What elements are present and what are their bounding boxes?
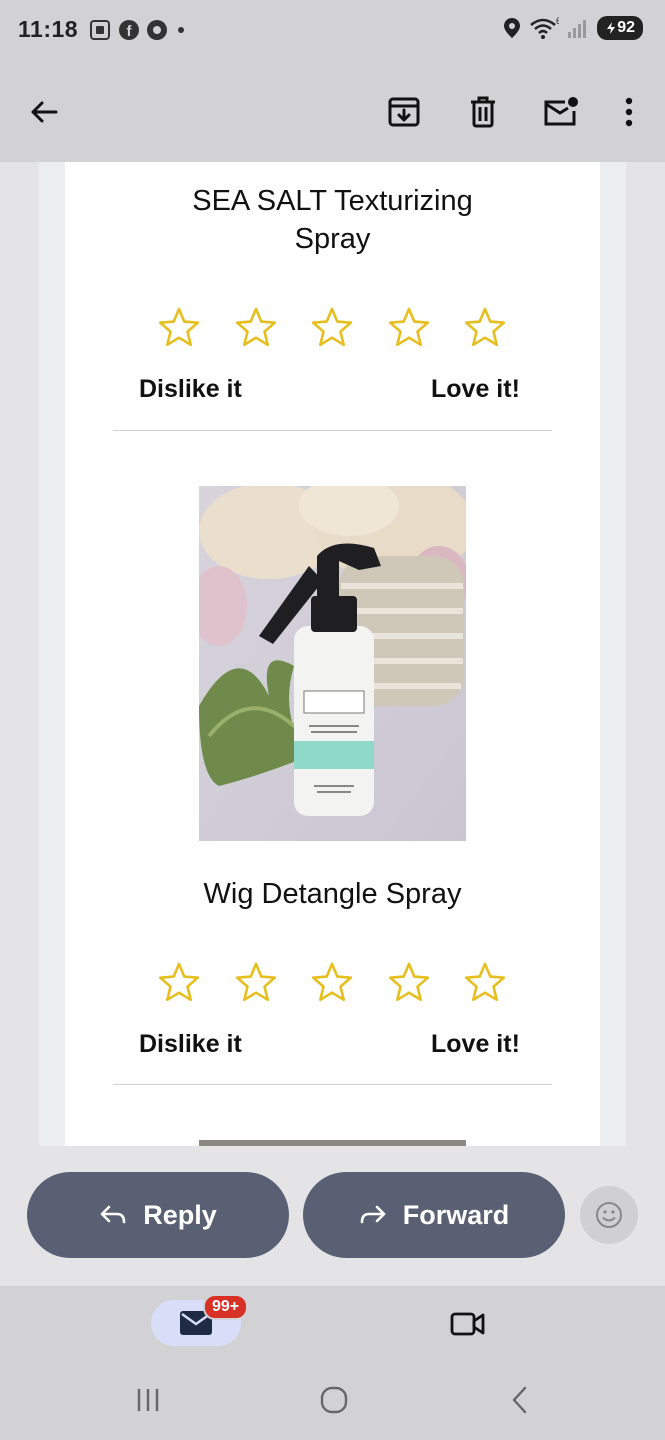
emoji-icon xyxy=(596,1202,622,1228)
battery-level: 92 xyxy=(617,19,635,36)
product-divider xyxy=(113,430,552,431)
star-1-icon[interactable] xyxy=(157,306,201,350)
system-navigation-bar xyxy=(0,1362,665,1440)
email-toolbar xyxy=(0,62,665,162)
star-3-icon[interactable] xyxy=(310,306,354,350)
archive-button[interactable] xyxy=(382,90,426,134)
more-vert-icon xyxy=(625,97,633,127)
system-back-button[interactable] xyxy=(500,1382,540,1418)
email-body[interactable]: SEA SALT Texturizing Spray Dislike it Lo… xyxy=(39,162,626,1146)
status-bar: 11:18 f 6 92 xyxy=(0,0,665,62)
mark-unread-icon xyxy=(544,97,578,126)
svg-text:6: 6 xyxy=(556,16,559,26)
product-title-line1: SEA SALT Texturizing xyxy=(192,185,473,217)
star-2-icon[interactable] xyxy=(234,306,278,350)
love-label: Love it! xyxy=(431,375,520,403)
recent-apps-button[interactable] xyxy=(128,1382,168,1418)
star-5-icon[interactable] xyxy=(463,306,507,350)
meet-tab[interactable] xyxy=(446,1304,490,1344)
product-title-sea-salt: SEA SALT Texturizing Spray xyxy=(65,182,600,258)
battery-saver-icon xyxy=(607,22,616,34)
delete-button[interactable] xyxy=(461,90,505,134)
location-icon xyxy=(504,18,521,38)
status-system-icons: 6 92 xyxy=(503,16,643,40)
unread-count-badge: 99+ xyxy=(203,1294,249,1320)
video-camera-icon xyxy=(450,1312,485,1336)
trash-icon xyxy=(471,96,495,128)
system-back-icon xyxy=(512,1386,527,1414)
archive-icon xyxy=(388,97,420,127)
emoji-reaction-button[interactable] xyxy=(580,1186,638,1244)
dot-icon xyxy=(178,27,184,33)
forward-label: Forward xyxy=(402,1199,510,1230)
product-divider xyxy=(113,1084,552,1085)
status-time: 11:18 xyxy=(18,16,79,42)
email-card: SEA SALT Texturizing Spray Dislike it Lo… xyxy=(65,162,600,1146)
dislike-label: Dislike it xyxy=(139,375,242,403)
battery-indicator: 92 xyxy=(597,16,643,40)
dislike-label: Dislike it xyxy=(139,1030,242,1058)
product-image-wig-detangle-spray[interactable] xyxy=(199,486,466,841)
home-button[interactable] xyxy=(314,1382,354,1418)
mark-unread-button[interactable] xyxy=(539,90,583,134)
star-1-icon[interactable] xyxy=(157,961,201,1005)
product-title-line2: Spray xyxy=(294,223,371,255)
more-options-button[interactable] xyxy=(607,90,651,134)
reply-button[interactable]: Reply xyxy=(27,1172,289,1258)
forward-button[interactable]: Forward xyxy=(303,1172,565,1258)
product-title-wig-detangle: Wig Detangle Spray xyxy=(203,878,462,910)
reply-icon xyxy=(100,1205,126,1224)
facebook-icon: f xyxy=(119,20,139,40)
love-label: Love it! xyxy=(431,1030,520,1058)
reply-actions: Reply Forward xyxy=(0,1146,665,1286)
recent-apps-icon xyxy=(137,1389,159,1411)
chrome-icon xyxy=(147,20,167,40)
rating-stars-sea-salt xyxy=(157,306,507,352)
bottom-navigation: 99+ xyxy=(0,1286,665,1362)
rating-stars-wig-detangle xyxy=(157,961,507,1007)
forward-icon xyxy=(360,1205,386,1224)
star-5-icon[interactable] xyxy=(463,961,507,1005)
star-3-icon[interactable] xyxy=(310,961,354,1005)
home-circle-icon xyxy=(320,1386,348,1414)
star-4-icon[interactable] xyxy=(387,961,431,1005)
signal-icon xyxy=(568,20,587,38)
star-2-icon[interactable] xyxy=(234,961,278,1005)
wifi-icon: 6 xyxy=(530,16,559,39)
screen-capture-icon xyxy=(90,20,110,40)
back-button[interactable] xyxy=(22,90,66,134)
back-arrow-icon xyxy=(31,101,58,123)
status-notification-icons: f xyxy=(88,18,188,42)
reply-label: Reply xyxy=(143,1199,217,1230)
star-4-icon[interactable] xyxy=(387,306,431,350)
